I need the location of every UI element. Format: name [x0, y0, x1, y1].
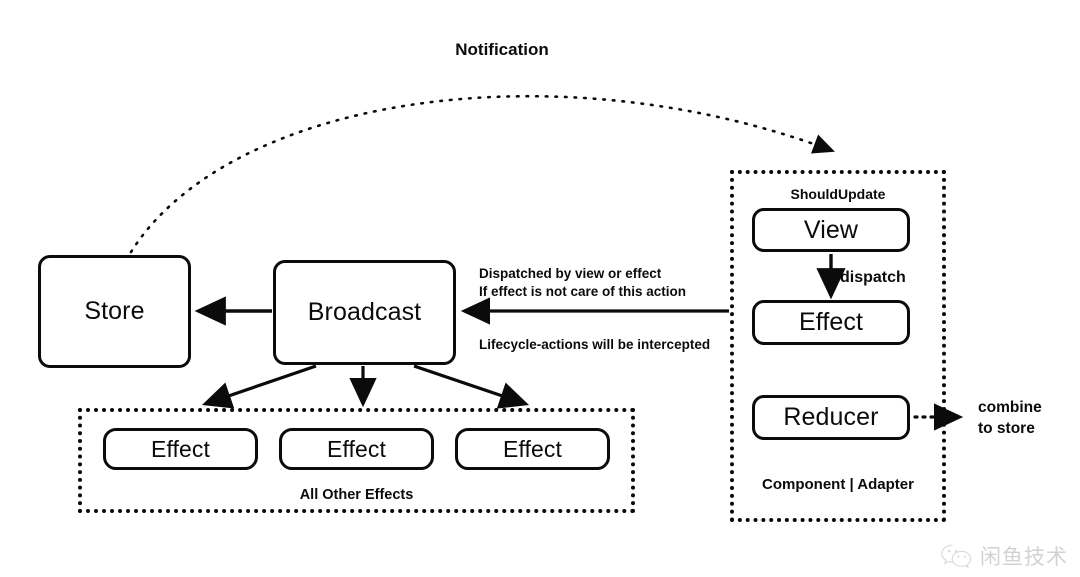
node-effect-right-label: Effect	[798, 308, 864, 336]
node-effect-2-label: Effect	[327, 435, 386, 462]
node-broadcast-label: Broadcast	[307, 298, 422, 326]
combine-to-store-line-2: to store	[978, 420, 1035, 437]
edge-broadcast-to-effect-3	[413, 364, 530, 409]
should-update-label: ShouldUpdate	[790, 186, 886, 202]
component-adapter-label: Component | Adapter	[762, 476, 914, 493]
node-effect-2[interactable]: Effect	[279, 428, 434, 470]
lifecycle-label: Lifecycle-actions will be intercepted	[479, 337, 711, 352]
notification-label: Notification	[455, 40, 549, 59]
node-effect-3-label: Effect	[503, 435, 562, 462]
node-view-label: View	[803, 215, 859, 244]
dispatch-label: dispatch	[840, 269, 906, 286]
edge-notification	[129, 95, 835, 254]
dispatched-label-line-2: If effect is not care of this action	[479, 284, 687, 299]
node-store-label: Store	[84, 297, 145, 325]
node-reducer-label: Reducer	[783, 403, 879, 431]
node-store[interactable]: Store	[38, 255, 191, 368]
node-broadcast[interactable]: Broadcast	[273, 260, 456, 365]
dispatched-label-line-1: Dispatched by view or effect	[479, 266, 662, 281]
watermark: 闲鱼技术	[940, 541, 1068, 571]
wechat-icon	[941, 544, 972, 568]
node-effect-right[interactable]: Effect	[752, 300, 910, 345]
node-effect-1[interactable]: Effect	[103, 428, 258, 470]
node-reducer[interactable]: Reducer	[752, 395, 910, 440]
combine-to-store-line-1: combine	[978, 399, 1042, 416]
node-effect-1-label: Effect	[151, 435, 210, 462]
node-effect-3[interactable]: Effect	[455, 428, 610, 470]
diagram-canvas: Notification Store Broadcast Dispatched …	[0, 0, 1080, 577]
all-other-effects-label: All Other Effects	[299, 487, 414, 503]
watermark-text: 闲鱼技术	[980, 545, 1068, 569]
edge-broadcast-to-effect-1	[201, 364, 317, 409]
node-view[interactable]: View	[752, 208, 910, 252]
